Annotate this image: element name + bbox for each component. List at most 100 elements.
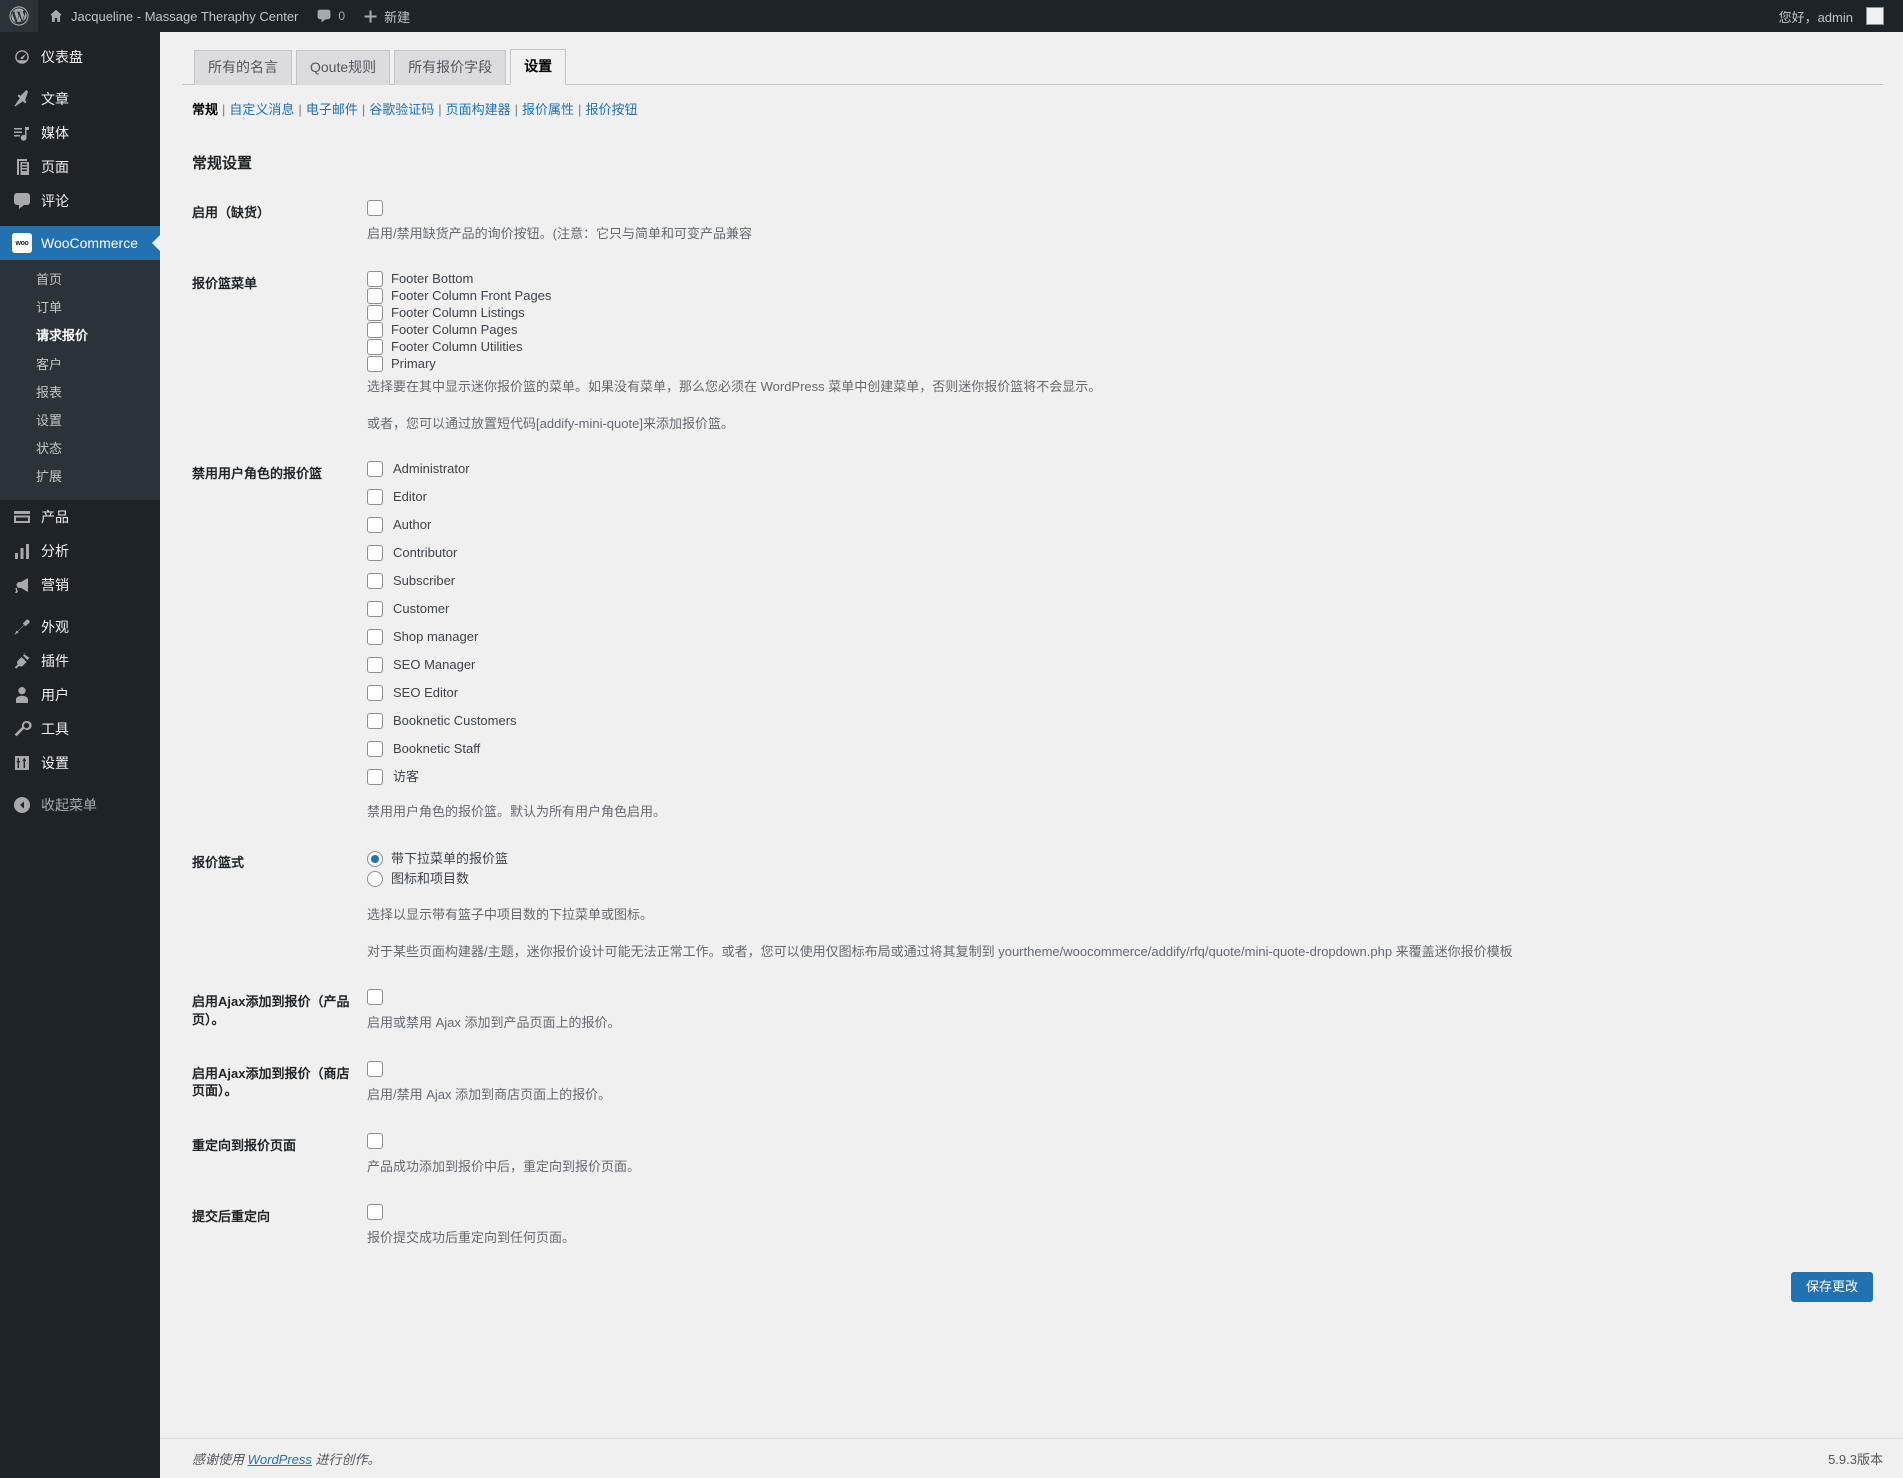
wordpress-link[interactable]: WordPress [248,1452,312,1467]
basket-style-radio-icon-count[interactable] [367,871,383,888]
role-checkbox-author[interactable] [367,517,383,534]
sidebar-item-marketing[interactable]: 营销 [0,568,160,602]
row-quote-basket-menu: 报价篮菜单 Footer Bottom Footer Column Front … [182,257,1883,447]
subnav-item-general[interactable]: 常规 [192,102,218,117]
wordpress-logo-icon [9,6,29,26]
subnav-item-quote-button[interactable]: 报价按钮 [585,102,637,117]
menu-checkbox-footer-column-pages[interactable] [367,322,383,339]
redirect-after-submit-checkbox[interactable] [367,1204,383,1221]
submenu-item-customers[interactable]: 客户 [0,351,160,379]
sidebar-item-dashboard[interactable]: 仪表盘 [0,40,160,74]
new-content-menu[interactable]: 新建 [354,0,419,32]
submenu-item-extensions[interactable]: 扩展 [0,463,160,491]
sidebar-item-analytics[interactable]: 分析 [0,534,160,568]
analytics-icon [12,541,32,561]
list-item: Shop manager [367,629,1873,646]
menu-option-label[interactable]: Footer Bottom [391,271,473,287]
role-label[interactable]: Editor [393,489,427,505]
sidebar-item-users[interactable]: 用户 [0,678,160,712]
subnav-item-page-builder[interactable]: 页面构建器 [446,102,511,117]
sidebar-item-plugins[interactable]: 插件 [0,644,160,678]
ajax-shop-page-checkbox[interactable] [367,1060,383,1077]
submenu-item-status[interactable]: 状态 [0,435,160,463]
subnav-item-recaptcha[interactable]: 谷歌验证码 [369,102,434,117]
role-label[interactable]: SEO Manager [393,657,475,673]
menu-checkbox-footer-bottom[interactable] [367,271,383,288]
role-label[interactable]: Contributor [393,545,457,561]
page-title: 常规设置 [192,154,253,172]
admin-bar: Jacqueline - Massage Theraphy Center 0 新… [0,0,1903,32]
role-checkbox-subscriber[interactable] [367,573,383,590]
role-label[interactable]: Subscriber [393,573,455,589]
menu-option-label[interactable]: Footer Column Listings [391,305,525,321]
my-account-menu[interactable]: 您好，admin [1770,0,1893,32]
role-checkbox-contributor[interactable] [367,545,383,562]
comments-menu[interactable]: 0 [307,0,354,32]
role-checkbox-booknetic-customers[interactable] [367,713,383,730]
role-label[interactable]: Booknetic Staff [393,741,480,757]
tab-all-quotes[interactable]: 所有的名言 [194,50,292,85]
role-checkbox-seo-manager[interactable] [367,657,383,674]
wordpress-logo-menu[interactable] [0,0,38,32]
ajax-product-page-checkbox[interactable] [367,989,383,1006]
users-icon [12,685,32,705]
basket-style-label[interactable]: 带下拉菜单的报价篮 [391,850,508,868]
media-icon [12,123,32,143]
menu-option-label[interactable]: Footer Column Front Pages [391,288,551,304]
subnav-separator: | [438,101,442,117]
menu-option-label[interactable]: Footer Column Utilities [391,339,523,355]
menu-checkbox-footer-column-utilities[interactable] [367,339,383,356]
tab-all-quote-fields[interactable]: 所有报价字段 [394,50,507,85]
basket-style-label[interactable]: 图标和项目数 [391,870,469,888]
new-content-label: 新建 [384,9,411,25]
sidebar-item-woocommerce[interactable]: woo WooCommerce [0,226,160,260]
sidebar-item-products[interactable]: 产品 [0,500,160,534]
role-label[interactable]: SEO Editor [393,685,458,701]
sidebar-item-pages[interactable]: 页面 [0,150,160,184]
subnav-item-email[interactable]: 电子邮件 [306,102,358,117]
menu-option-label[interactable]: Footer Column Pages [391,322,517,338]
menu-checkbox-primary[interactable] [367,356,383,373]
role-checkbox-shop-manager[interactable] [367,629,383,646]
submenu-item-home[interactable]: 首页 [0,266,160,294]
subnav-item-custom-message[interactable]: 自定义消息 [229,102,294,117]
role-label[interactable]: Shop manager [393,629,478,645]
sidebar-item-comments[interactable]: 评论 [0,184,160,218]
role-checkbox-editor[interactable] [367,489,383,506]
menu-checkbox-footer-column-listings[interactable] [367,305,383,322]
site-name-menu[interactable]: Jacqueline - Massage Theraphy Center [38,0,307,32]
sidebar-item-settings[interactable]: 设置 [0,746,160,780]
save-changes-button[interactable]: 保存更改 [1790,1271,1873,1302]
subnav-item-quote-attributes[interactable]: 报价属性 [522,102,574,117]
submenu-item-reports[interactable]: 报表 [0,379,160,407]
sidebar-item-collapse-menu[interactable]: 收起菜单 [0,788,160,822]
row-description: 禁用用户角色的报价篮。默认为所有用户角色启用。 [367,804,667,820]
menu-option-label[interactable]: Primary [391,356,436,372]
role-checkbox-seo-editor[interactable] [367,685,383,702]
submenu-item-orders[interactable]: 订单 [0,294,160,322]
role-checkbox-booknetic-staff[interactable] [367,741,383,758]
tab-quote-rules[interactable]: Qoute规则 [296,50,391,85]
sidebar-item-appearance[interactable]: 外观 [0,610,160,644]
role-label[interactable]: 访客 [393,769,419,785]
submenu-item-request-quote[interactable]: 请求报价 [0,322,160,350]
role-checkbox-customer[interactable] [367,601,383,618]
role-label[interactable]: Booknetic Customers [393,713,517,729]
role-checkbox-administrator[interactable] [367,461,383,478]
menu-checkbox-footer-column-front-pages[interactable] [367,288,383,305]
sidebar-item-posts[interactable]: 文章 [0,82,160,116]
tab-settings[interactable]: 设置 [510,49,567,85]
redirect-quote-page-checkbox[interactable] [367,1132,383,1149]
sidebar-item-media[interactable]: 媒体 [0,116,160,150]
submenu-item-settings[interactable]: 设置 [0,407,160,435]
role-label[interactable]: Administrator [393,461,470,477]
row-description-2: 对于某些页面构建器/主题，迷你报价设计可能无法正常工作。或者，您可以使用仅图标布… [367,943,1513,959]
enable-outofstock-checkbox[interactable] [367,199,383,216]
sidebar-item-label: 媒体 [41,125,69,141]
sidebar-item-tools[interactable]: 工具 [0,712,160,746]
role-label[interactable]: Author [393,517,431,533]
role-checkbox-guest[interactable] [367,769,383,786]
list-item: Footer Column Utilities [367,339,1873,356]
role-label[interactable]: Customer [393,601,449,617]
basket-style-radio-dropdown[interactable] [367,850,383,867]
